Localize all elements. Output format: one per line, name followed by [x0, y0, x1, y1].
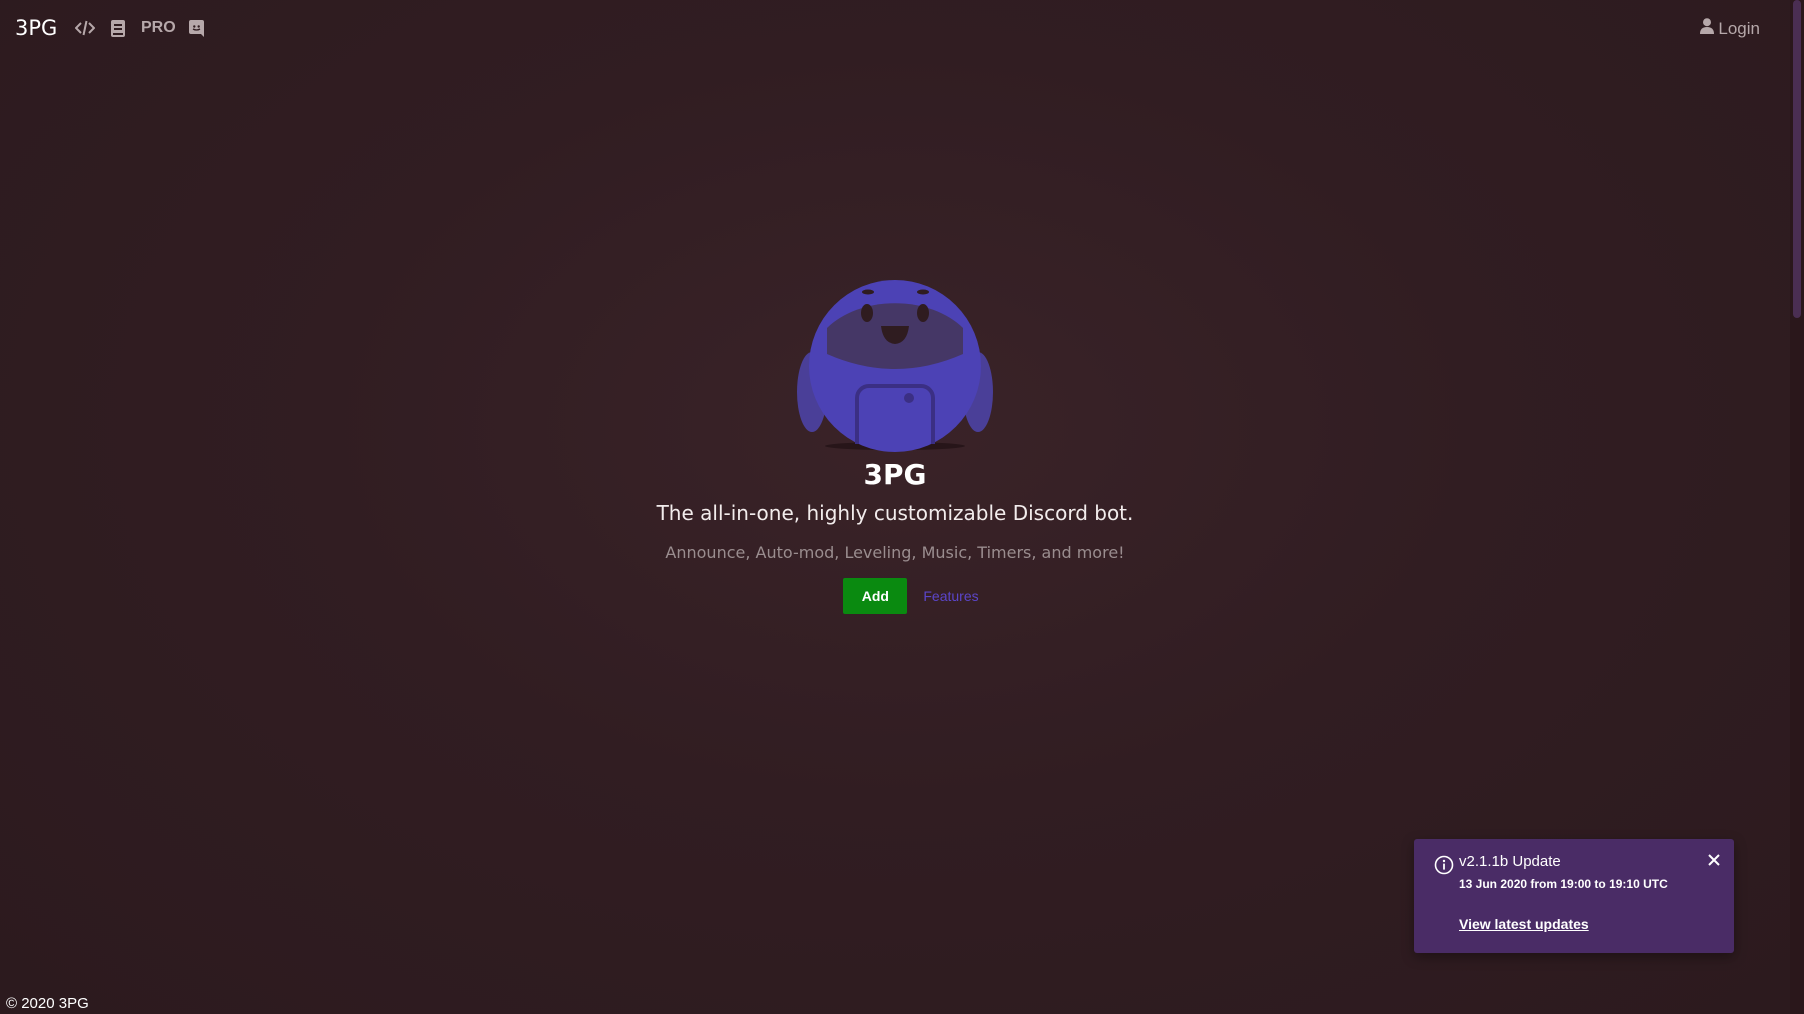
robot-mascot-icon: [797, 280, 993, 452]
info-icon: [1434, 855, 1454, 875]
code-icon[interactable]: [75, 18, 95, 38]
footer-copyright: © 2020 3PG: [6, 995, 89, 1012]
toast-time: 13 Jun 2020 from 19:00 to 19:10 UTC: [1459, 877, 1668, 891]
hero-subtitle: The all-in-one, highly customizable Disc…: [656, 501, 1134, 525]
add-button[interactable]: Add: [843, 578, 908, 614]
scrollbar[interactable]: [1790, 0, 1804, 1014]
page-title: 3PG: [863, 458, 927, 491]
user-icon: [1700, 18, 1715, 39]
features-link[interactable]: Features: [923, 588, 978, 604]
update-toast: v2.1.1b Update 13 Jun 2020 from 19:00 to…: [1414, 839, 1734, 953]
scrollbar-thumb[interactable]: [1793, 0, 1801, 318]
brand-link[interactable]: 3PG: [15, 16, 57, 40]
navbar: 3PG PRO Login: [0, 0, 1790, 56]
book-icon[interactable]: [111, 18, 125, 38]
pro-link[interactable]: PRO: [141, 19, 176, 37]
login-button[interactable]: Login: [1700, 18, 1760, 39]
hero: 3PG The all-in-one, highly customizable …: [0, 268, 1790, 614]
discord-icon[interactable]: [189, 18, 204, 38]
toast-title: v2.1.1b Update: [1459, 853, 1561, 870]
view-updates-link[interactable]: View latest updates: [1459, 916, 1589, 932]
close-icon[interactable]: [1706, 852, 1722, 868]
cta-row: Add Features: [843, 578, 979, 614]
hero-features-text: Announce, Auto-mod, Leveling, Music, Tim…: [665, 543, 1125, 562]
login-label: Login: [1718, 18, 1760, 38]
page: 3PG PRO Login 3PG The all-in-one, highly…: [0, 0, 1804, 1014]
